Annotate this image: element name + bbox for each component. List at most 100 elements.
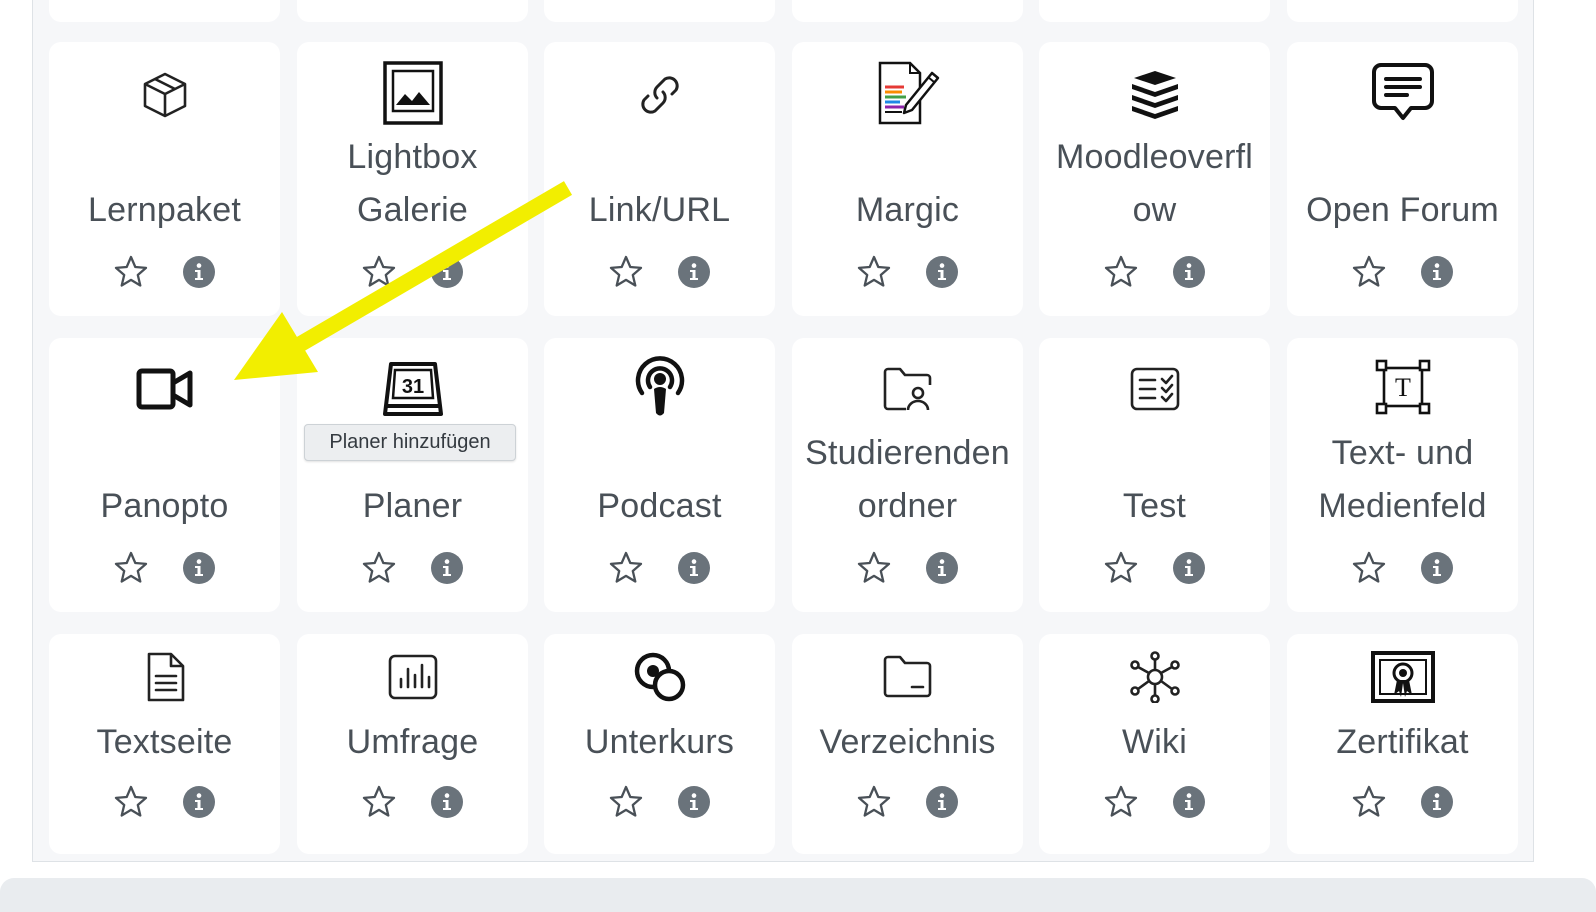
info-icon[interactable] — [678, 256, 710, 288]
certificate-icon — [1370, 645, 1435, 709]
module-name: Planer — [362, 487, 463, 525]
module-name: Verzeichnis — [819, 723, 996, 761]
info-icon[interactable] — [431, 786, 463, 818]
image-gallery-icon — [381, 61, 445, 125]
module-name-line-2: ordner — [857, 487, 958, 525]
star-favourite-icon[interactable] — [1103, 784, 1139, 820]
student-folder-icon — [876, 357, 940, 421]
info-icon[interactable] — [678, 786, 710, 818]
info-icon[interactable] — [926, 256, 958, 288]
module-name: Test — [1122, 487, 1187, 525]
star-favourite-icon[interactable] — [608, 784, 644, 820]
module-tile-partial[interactable] — [792, 0, 1023, 22]
info-icon[interactable] — [926, 786, 958, 818]
module-tile-textseite[interactable]: Textseite — [49, 634, 280, 854]
module-tile-lernpaket[interactable]: Lernpaket — [49, 42, 280, 316]
module-tile-unterkurs[interactable]: Unterkurs — [544, 634, 775, 854]
star-favourite-icon[interactable] — [1351, 784, 1387, 820]
module-tile-panopto[interactable]: Panopto — [49, 338, 280, 612]
module-name: Wiki — [1122, 723, 1187, 761]
module-tile-partial[interactable] — [1039, 0, 1270, 22]
module-tile-wiki[interactable]: Wiki — [1039, 634, 1270, 854]
star-favourite-icon[interactable] — [1103, 254, 1139, 290]
star-favourite-icon[interactable] — [1351, 550, 1387, 586]
module-tile-open-forum[interactable]: Open Forum — [1287, 42, 1518, 316]
info-icon[interactable] — [431, 256, 463, 288]
star-favourite-icon[interactable] — [113, 784, 149, 820]
module-tile-lightbox-galerie[interactable]: Lightbox Galerie — [297, 42, 528, 316]
module-tile-partial[interactable] — [49, 0, 280, 22]
module-name: Unterkurs — [584, 723, 735, 761]
star-favourite-icon[interactable] — [608, 550, 644, 586]
module-name-line-2: ow — [1132, 191, 1177, 229]
stacked-layers-icon — [1123, 63, 1187, 127]
info-icon[interactable] — [926, 552, 958, 584]
star-favourite-icon[interactable] — [856, 254, 892, 290]
star-favourite-icon[interactable] — [856, 550, 892, 586]
tooltip-planer: Planer hinzufügen — [304, 424, 516, 461]
module-name-line-1: Text- und — [1331, 434, 1474, 472]
module-tile-moodleoverflow[interactable]: Moodleoverfl ow — [1039, 42, 1270, 316]
link-icon — [628, 63, 692, 127]
colored-document-pen-icon — [876, 61, 940, 125]
module-tile-margic[interactable]: Margic — [792, 42, 1023, 316]
star-favourite-icon[interactable] — [1351, 254, 1387, 290]
module-name-line-1: Studierenden — [805, 434, 1010, 472]
module-name: Zertifikat — [1336, 723, 1469, 761]
subcourse-circles-icon — [628, 645, 692, 709]
module-tile-verzeichnis[interactable]: Verzeichnis — [792, 634, 1023, 854]
module-name: Margic — [855, 191, 960, 229]
star-favourite-icon[interactable] — [608, 254, 644, 290]
module-tile-planer[interactable]: 31 Planer — [297, 338, 528, 612]
module-tile-text-und-medienfeld[interactable]: T Text- und Medienfeld — [1287, 338, 1518, 612]
module-tile-partial[interactable] — [544, 0, 775, 22]
podcast-icon — [628, 355, 692, 419]
module-name: Link/URL — [588, 191, 731, 229]
info-icon[interactable] — [1421, 256, 1453, 288]
info-icon[interactable] — [183, 786, 215, 818]
info-icon[interactable] — [183, 256, 215, 288]
star-favourite-icon[interactable] — [361, 784, 397, 820]
info-icon[interactable] — [1173, 256, 1205, 288]
activity-chooser-panel: Lernpaket Lightbox Galerie Link/URL Marg… — [32, 0, 1534, 862]
star-favourite-icon[interactable] — [856, 784, 892, 820]
text-frame-icon: T — [1371, 355, 1435, 419]
module-tile-test[interactable]: Test — [1039, 338, 1270, 612]
info-icon[interactable] — [431, 552, 463, 584]
module-tile-studierendenordner[interactable]: Studierenden ordner — [792, 338, 1023, 612]
module-name: Open Forum — [1306, 191, 1499, 229]
module-name-line-2: Medienfeld — [1318, 487, 1487, 525]
module-name-line-1: Lightbox — [347, 138, 478, 176]
info-icon[interactable] — [1421, 786, 1453, 818]
chat-bubble-icon — [1371, 61, 1435, 125]
module-tile-umfrage[interactable]: Umfrage — [297, 634, 528, 854]
package-box-icon — [133, 63, 197, 127]
module-name: Podcast — [597, 487, 722, 525]
star-favourite-icon[interactable] — [361, 254, 397, 290]
text-page-icon — [133, 645, 197, 709]
module-name: Textseite — [96, 723, 233, 761]
module-name: Lernpaket — [87, 191, 242, 229]
video-camera-icon — [133, 357, 197, 421]
svg-text:T: T — [1395, 373, 1411, 402]
module-tile-link-url[interactable]: Link/URL — [544, 42, 775, 316]
bar-chart-icon — [381, 645, 445, 709]
star-favourite-icon[interactable] — [361, 550, 397, 586]
star-favourite-icon[interactable] — [113, 550, 149, 586]
info-icon[interactable] — [1421, 552, 1453, 584]
module-tile-zertifikat[interactable]: Zertifikat — [1287, 634, 1518, 854]
info-icon[interactable] — [183, 552, 215, 584]
module-tile-partial[interactable] — [297, 0, 528, 22]
star-favourite-icon[interactable] — [113, 254, 149, 290]
module-tile-partial[interactable] — [1287, 0, 1518, 22]
info-icon[interactable] — [1173, 786, 1205, 818]
folder-icon — [876, 645, 940, 709]
info-icon[interactable] — [678, 552, 710, 584]
page-footer-bar — [0, 878, 1596, 912]
svg-text:31: 31 — [401, 376, 423, 398]
star-favourite-icon[interactable] — [1103, 550, 1139, 586]
module-tile-podcast[interactable]: Podcast — [544, 338, 775, 612]
module-name-line-2: Galerie — [356, 191, 468, 229]
module-name: Umfrage — [346, 723, 479, 761]
info-icon[interactable] — [1173, 552, 1205, 584]
